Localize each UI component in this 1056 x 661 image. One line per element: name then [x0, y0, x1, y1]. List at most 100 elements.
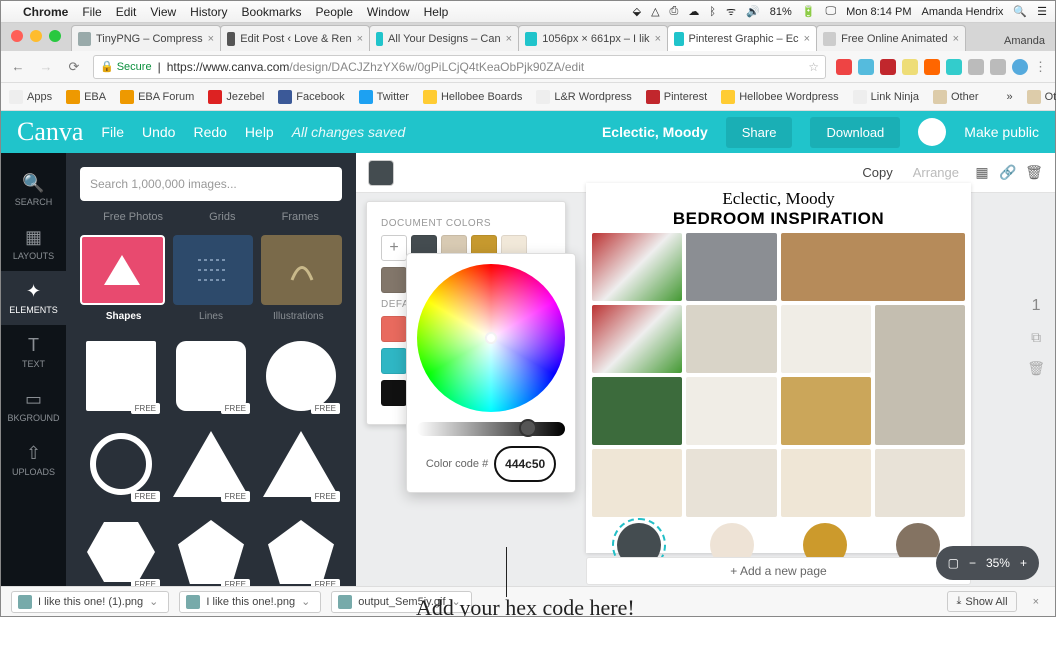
dropbox-icon[interactable]: ⬙	[633, 5, 641, 18]
chrome-menu-icon[interactable]: ⋮	[1034, 59, 1047, 75]
menu-edit[interactable]: Edit	[116, 5, 137, 19]
mood-item[interactable]	[781, 305, 871, 373]
mood-item[interactable]	[875, 305, 965, 445]
bm-hellobee-boards[interactable]: Hellobee Boards	[423, 90, 522, 104]
present-icon[interactable]: ▢	[948, 556, 959, 570]
menu-undo[interactable]: Undo	[142, 124, 175, 140]
zoom-out-button[interactable]: −	[969, 556, 976, 570]
ext-icon-3[interactable]	[902, 59, 918, 75]
window-zoom-button[interactable]	[49, 30, 61, 42]
spotlight-icon[interactable]: 🔍	[1013, 5, 1027, 18]
app-name[interactable]: Chrome	[23, 5, 68, 19]
ext-icon-7[interactable]	[990, 59, 1006, 75]
category-lines[interactable]	[173, 235, 254, 305]
mood-item[interactable]	[781, 233, 966, 301]
window-close-button[interactable]	[11, 30, 23, 42]
shape-circle[interactable]: FREE	[260, 336, 342, 416]
avatar[interactable]	[918, 118, 946, 146]
menu-help[interactable]: Help	[245, 124, 274, 140]
ext-icon-5[interactable]	[946, 59, 962, 75]
address-bar[interactable]: 🔒Secure | https://www.canva.com/design/D…	[93, 55, 826, 79]
add-color-button[interactable]: +	[381, 235, 407, 261]
color-wheel[interactable]	[417, 264, 565, 412]
mood-item[interactable]	[781, 377, 871, 445]
wifi-icon[interactable]: ᯤ	[726, 4, 736, 19]
bm-other-folder[interactable]: Other	[933, 90, 979, 104]
share-button[interactable]: Share	[726, 117, 793, 148]
rail-search[interactable]: 🔍SEARCH	[1, 163, 66, 217]
shape-pentagon-2[interactable]: FREE	[260, 512, 342, 592]
bm-eba[interactable]: EBA	[66, 90, 106, 104]
brightness-slider[interactable]	[417, 422, 565, 436]
ext-icon-8[interactable]	[1012, 59, 1028, 75]
reload-button[interactable]: ⟳	[65, 59, 83, 75]
display-icon[interactable]: 🖵	[825, 5, 836, 18]
mood-item[interactable]	[781, 449, 871, 517]
color-wheel-handle[interactable]	[485, 332, 497, 344]
tab-grids[interactable]: Grids	[209, 211, 235, 223]
shape-square[interactable]: FREE	[80, 336, 162, 416]
bookmark-star-icon[interactable]: ☆	[808, 60, 819, 74]
ext-icon-1[interactable]	[836, 59, 852, 75]
close-icon[interactable]: ×	[655, 33, 661, 45]
rail-background[interactable]: ▭BKGROUND	[1, 379, 66, 433]
gdrive-icon[interactable]: △	[651, 5, 659, 18]
close-icon[interactable]: ×	[506, 33, 512, 45]
tab-1056[interactable]: 1056px × 661px – I lik×	[518, 25, 668, 51]
mood-item[interactable]	[592, 449, 682, 517]
close-downloads-shelf[interactable]: ×	[1027, 596, 1045, 608]
shape-hexagon[interactable]: FREE	[80, 512, 162, 592]
zoom-in-button[interactable]: +	[1020, 556, 1027, 570]
def-swatch-2[interactable]	[381, 348, 407, 374]
ext-icon-2[interactable]	[858, 59, 874, 75]
menu-file[interactable]: File	[82, 5, 101, 19]
tab-frames[interactable]: Frames	[282, 211, 319, 223]
fill-color-chip[interactable]	[368, 160, 394, 186]
menu-bookmarks[interactable]: Bookmarks	[242, 5, 302, 19]
forward-button[interactable]: →	[37, 59, 55, 74]
trash-icon[interactable]: 🗑	[1025, 164, 1043, 182]
ext-icon-6[interactable]	[968, 59, 984, 75]
menu-window[interactable]: Window	[367, 5, 410, 19]
battery-pct[interactable]: 81%	[770, 6, 792, 18]
arrange-button[interactable]: Arrange	[907, 165, 965, 180]
design-page[interactable]: Eclectic, Moody BEDROOM INSPIRATION	[586, 183, 971, 553]
clock[interactable]: Mon 8:14 PM	[846, 6, 911, 18]
printer-icon[interactable]: ⎙	[670, 5, 679, 18]
battery-icon[interactable]: 🔋	[802, 5, 816, 18]
mood-item[interactable]	[686, 449, 776, 517]
rail-elements[interactable]: ✦ELEMENTS	[1, 271, 66, 325]
download-item[interactable]: I like this one! (1).png⌄	[11, 591, 169, 613]
mood-item[interactable]	[686, 233, 776, 301]
shape-triangle-1[interactable]: FREE	[170, 424, 252, 504]
menu-history[interactable]: History	[190, 5, 227, 19]
menu-view[interactable]: View	[150, 5, 176, 19]
sync-icon[interactable]: ☁	[688, 5, 699, 18]
shape-triangle-2[interactable]: FREE	[260, 424, 342, 504]
download-button[interactable]: Download	[810, 117, 900, 148]
notification-center-icon[interactable]: ☰	[1037, 5, 1047, 18]
add-page-button[interactable]: + Add a new page	[586, 557, 971, 585]
search-input[interactable]: Search 1,000,000 images...	[80, 167, 342, 201]
menu-redo[interactable]: Redo	[193, 124, 226, 140]
shape-circle-outline[interactable]: FREE	[80, 424, 162, 504]
copy-button[interactable]: Copy	[856, 165, 898, 180]
bm-other-bookmarks[interactable]: Other Bookmarks	[1027, 90, 1056, 104]
menu-people[interactable]: People	[316, 5, 353, 19]
user-name[interactable]: Amanda Hendrix	[921, 6, 1003, 18]
make-public-button[interactable]: Make public	[964, 124, 1039, 140]
mood-item[interactable]	[592, 377, 682, 445]
bm-eba-forum[interactable]: EBA Forum	[120, 90, 194, 104]
download-item[interactable]: I like this one!.png⌄	[179, 591, 321, 613]
mood-item[interactable]	[592, 305, 682, 373]
rail-uploads[interactable]: ⇧UPLOADS	[1, 433, 66, 487]
bm-twitter[interactable]: Twitter	[359, 90, 409, 104]
def-swatch-3[interactable]	[381, 380, 407, 406]
volume-icon[interactable]: 🔊	[746, 5, 760, 18]
color-code-input[interactable]: 444c50	[494, 446, 556, 482]
duplicate-page-icon[interactable]: ⧉	[1031, 329, 1041, 346]
close-icon[interactable]: ×	[208, 33, 214, 45]
bm-pinterest[interactable]: Pinterest	[646, 90, 707, 104]
category-illustrations[interactable]	[261, 235, 342, 305]
rail-text[interactable]: TTEXT	[1, 325, 66, 379]
